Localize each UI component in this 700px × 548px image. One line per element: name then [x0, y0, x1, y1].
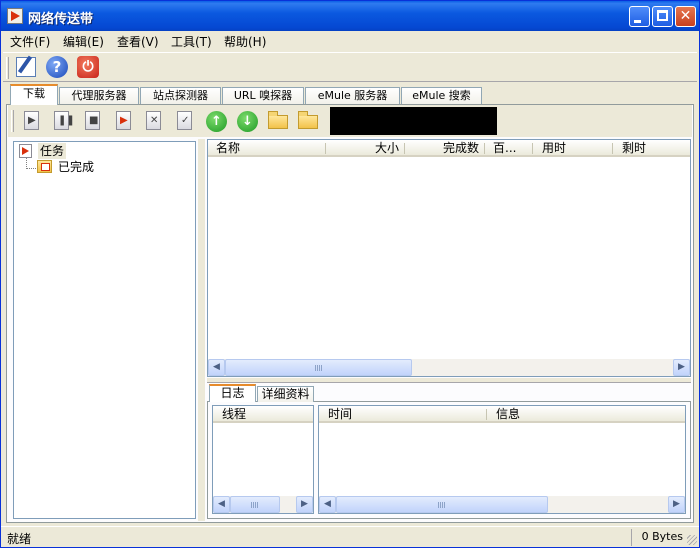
- move-down-icon: ↓: [237, 111, 258, 132]
- task-properties-icon: ✓: [177, 111, 192, 130]
- tab-download[interactable]: 下载: [10, 84, 58, 105]
- horizontal-splitter[interactable]: [207, 378, 691, 383]
- new-task-button[interactable]: ▶: [112, 109, 136, 133]
- close-icon: ✕: [679, 8, 692, 24]
- tree-label-completed: 已完成: [58, 160, 95, 174]
- column-header-time[interactable]: 时间: [319, 406, 487, 423]
- thread-list: 线程 ◀ ▶: [212, 405, 314, 514]
- app-window: 网络传送带 ✕ 文件(F) 编辑(E) 查看(V) 工具(T) 帮助(H) ? …: [0, 0, 700, 548]
- column-header-percent[interactable]: 百...: [485, 140, 533, 157]
- options-button[interactable]: [13, 55, 39, 80]
- column-header-elapsed[interactable]: 用时: [533, 140, 613, 157]
- title-bar[interactable]: 网络传送带 ✕: [1, 1, 699, 31]
- category-tree: 任务 已完成: [13, 141, 196, 519]
- stop-button[interactable]: ■: [81, 109, 105, 133]
- minimize-button[interactable]: [629, 6, 650, 27]
- log-message-list: 时间 信息 ◀ ▶: [318, 405, 686, 514]
- tree-label-tasks: 任务: [38, 143, 67, 159]
- open-file-button[interactable]: [266, 109, 290, 133]
- delete-button[interactable]: ✕: [142, 109, 166, 133]
- tab-site-probe[interactable]: 站点探测器: [140, 87, 221, 104]
- maximize-icon: [657, 10, 668, 21]
- new-task-icon: ▶: [116, 111, 131, 130]
- tab-emule-search[interactable]: eMule 搜索: [401, 87, 482, 104]
- window-title: 网络传送带: [28, 12, 94, 27]
- stop-task-icon: ■: [85, 111, 100, 130]
- column-header-completed[interactable]: 完成数: [405, 140, 485, 157]
- log-scroll-right-button[interactable]: ▶: [668, 496, 685, 513]
- tab-url-sniffer[interactable]: URL 嗅探器: [222, 87, 304, 104]
- menu-bar: 文件(F) 编辑(E) 查看(V) 工具(T) 帮助(H): [1, 31, 699, 50]
- open-folder-icon: [298, 111, 318, 129]
- thread-list-scrollbar[interactable]: ◀ ▶: [213, 496, 313, 513]
- column-header-message[interactable]: 信息: [487, 406, 685, 423]
- delete-task-icon: ✕: [146, 111, 161, 130]
- tab-proxy-server[interactable]: 代理服务器: [59, 87, 139, 104]
- resize-grip-icon[interactable]: [687, 535, 697, 545]
- power-exit-icon: ⏻: [77, 56, 99, 78]
- move-down-button[interactable]: ↓: [235, 109, 259, 133]
- tab-emule-server[interactable]: eMule 服务器: [305, 87, 400, 104]
- task-list: 名称 大小 完成数 百... 用时 剩时 ◀ ▶: [207, 139, 691, 377]
- thread-scroll-right-button[interactable]: ▶: [296, 496, 313, 513]
- status-bar: 就绪 0 Bytes: [1, 526, 699, 547]
- help-icon: ?: [46, 56, 68, 78]
- start-button[interactable]: ▶: [20, 109, 44, 133]
- log-scroll-left-button[interactable]: ◀: [319, 496, 336, 513]
- pause-task-icon: ❚❚: [54, 111, 75, 130]
- minimize-icon: [634, 20, 641, 23]
- status-text: 就绪: [7, 532, 32, 546]
- scroll-right-button[interactable]: ▶: [673, 359, 690, 376]
- task-list-scrollbar[interactable]: ◀ ▶: [208, 359, 690, 376]
- thread-scroll-thumb[interactable]: [230, 496, 280, 513]
- move-up-icon: ↑: [206, 111, 227, 132]
- main-toolbar: ? ⏻: [3, 52, 697, 82]
- log-scroll-thumb[interactable]: [336, 496, 548, 513]
- column-header-name[interactable]: 名称: [208, 140, 326, 157]
- menu-edit[interactable]: 编辑(E): [63, 33, 104, 50]
- menu-help[interactable]: 帮助(H): [224, 33, 266, 50]
- speed-graph: [330, 107, 497, 135]
- open-folder-button[interactable]: [296, 109, 320, 133]
- task-folder-icon: [19, 144, 32, 158]
- scroll-left-button[interactable]: ◀: [208, 359, 225, 376]
- pause-button[interactable]: ❚❚: [50, 109, 75, 133]
- log-list-scrollbar[interactable]: ◀ ▶: [319, 496, 685, 513]
- completed-folder-icon: [37, 160, 52, 173]
- move-up-button[interactable]: ↑: [204, 109, 228, 133]
- app-logo-icon[interactable]: [7, 8, 23, 24]
- column-header-size[interactable]: 大小: [326, 140, 405, 157]
- menu-tools[interactable]: 工具(T): [171, 33, 212, 50]
- menu-view[interactable]: 查看(V): [117, 33, 159, 50]
- help-button[interactable]: ?: [44, 55, 70, 80]
- start-task-icon: ▶: [24, 111, 39, 130]
- scroll-thumb[interactable]: [225, 359, 412, 376]
- toolbar-grip[interactable]: [6, 57, 9, 79]
- vertical-splitter[interactable]: [198, 139, 205, 521]
- close-button[interactable]: ✕: [675, 6, 696, 27]
- open-file-icon: [268, 111, 288, 129]
- tab-details[interactable]: 详细资料: [257, 386, 314, 402]
- maximize-button[interactable]: [652, 6, 673, 27]
- thread-scroll-left-button[interactable]: ◀: [213, 496, 230, 513]
- menu-file[interactable]: 文件(F): [10, 33, 50, 50]
- exit-button[interactable]: ⏻: [75, 55, 101, 80]
- column-header-remaining[interactable]: 剩时: [613, 140, 690, 157]
- edit-options-icon: [16, 57, 36, 77]
- download-toolbar-grip[interactable]: [11, 110, 14, 132]
- column-header-thread[interactable]: 线程: [213, 406, 313, 423]
- properties-button[interactable]: ✓: [173, 109, 197, 133]
- tab-log[interactable]: 日志: [209, 384, 256, 402]
